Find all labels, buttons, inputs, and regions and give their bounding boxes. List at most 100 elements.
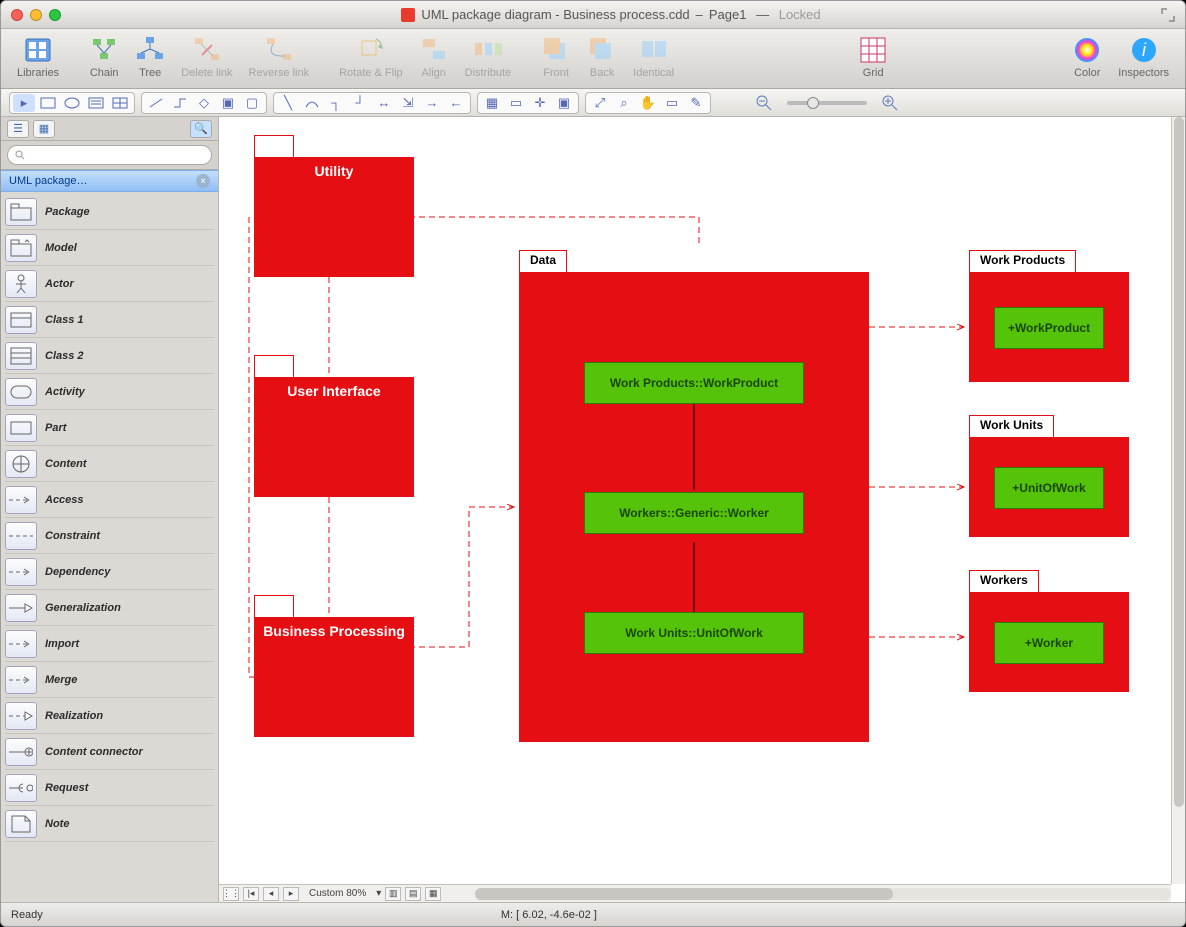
shape-package[interactable]: Package: [5, 194, 214, 230]
toolbar-identical[interactable]: Identical: [633, 33, 674, 79]
line-step-icon[interactable]: ┘: [349, 94, 371, 112]
status-text: Ready: [11, 909, 43, 921]
toolbar-align[interactable]: Align: [419, 33, 449, 79]
rect-tool-icon[interactable]: [37, 94, 59, 112]
shape-class-2[interactable]: Class 2: [5, 338, 214, 374]
shape-note[interactable]: Note: [5, 806, 214, 842]
shape-class-1[interactable]: Class 1: [5, 302, 214, 338]
panel-view-list-icon[interactable]: ☰: [7, 120, 29, 138]
eyedropper-icon[interactable]: ✎: [685, 94, 707, 112]
package-work-units[interactable]: Work Units +UnitOfWork: [969, 437, 1129, 537]
connector-icon[interactable]: [145, 94, 167, 112]
panel-search-icon[interactable]: 🔍: [190, 120, 212, 138]
toolbar-distribute[interactable]: Distribute: [465, 33, 511, 79]
toolbar-back[interactable]: Back: [587, 33, 617, 79]
package-data[interactable]: Data Work Products::WorkProduct Workers:…: [519, 272, 869, 742]
first-page-button[interactable]: |◂: [243, 887, 259, 901]
snap-grid-icon[interactable]: ▦: [481, 94, 503, 112]
toolbar-rotate-flip[interactable]: Rotate & Flip: [339, 33, 403, 79]
group-icon[interactable]: ▣: [217, 94, 239, 112]
minimize-window[interactable]: [30, 9, 42, 21]
shape-icon: [5, 414, 37, 442]
pointer-tool-icon[interactable]: ▸: [13, 94, 35, 112]
class-wu-inner[interactable]: +UnitOfWork: [994, 467, 1104, 509]
package-utility[interactable]: Utility: [254, 157, 414, 277]
class-workers-inner[interactable]: +Worker: [994, 622, 1104, 664]
prev-page-button[interactable]: ◂: [263, 887, 279, 901]
view-mode-c-icon[interactable]: ▦: [425, 887, 441, 901]
shape-request[interactable]: Request: [5, 770, 214, 806]
shape-access[interactable]: Access: [5, 482, 214, 518]
snap-guides-icon[interactable]: ✛: [529, 94, 551, 112]
class-workproduct[interactable]: Work Products::WorkProduct: [584, 362, 804, 404]
shape-part[interactable]: Part: [5, 410, 214, 446]
resize-handle-icon[interactable]: ⋮⋮: [223, 887, 239, 901]
toolbar-chain[interactable]: Chain: [89, 33, 119, 79]
toolbar-grid[interactable]: Grid: [858, 33, 888, 79]
snap-page-icon[interactable]: ▣: [553, 94, 575, 112]
package-workers[interactable]: Workers +Worker: [969, 592, 1129, 692]
shape-constraint[interactable]: Constraint: [5, 518, 214, 554]
smart-connector-icon[interactable]: [169, 94, 191, 112]
fullscreen-icon[interactable]: [1161, 8, 1175, 22]
line-straight-icon[interactable]: ╲: [277, 94, 299, 112]
toolbar-tree[interactable]: Tree: [135, 33, 165, 79]
zoom-in-icon[interactable]: [879, 94, 901, 112]
shape-content-connector[interactable]: Content connector: [5, 734, 214, 770]
node-edit-icon[interactable]: ◇: [193, 94, 215, 112]
shape-actor[interactable]: Actor: [5, 266, 214, 302]
shape-icon: [5, 306, 37, 334]
zoom-fit-icon[interactable]: ⤢: [589, 94, 611, 112]
canvas[interactable]: Utility User Interface Business Processi…: [219, 117, 1185, 902]
zoom-selection-icon[interactable]: ⌕: [613, 94, 635, 112]
shape-realization[interactable]: Realization: [5, 698, 214, 734]
shape-model[interactable]: Model: [5, 230, 214, 266]
shape-import[interactable]: Import: [5, 626, 214, 662]
close-window[interactable]: [11, 9, 23, 21]
toolbar-delete-link[interactable]: Delete link: [181, 33, 232, 79]
package-work-products[interactable]: Work Products +WorkProduct: [969, 272, 1129, 382]
arrow-split-icon[interactable]: ⇲: [397, 94, 419, 112]
class-unitofwork[interactable]: Work Units::UnitOfWork: [584, 612, 804, 654]
shape-dependency[interactable]: Dependency: [5, 554, 214, 590]
arrow-start-icon[interactable]: ←: [445, 94, 467, 112]
shape-generalization[interactable]: Generalization: [5, 590, 214, 626]
line-ortho-icon[interactable]: ┐: [325, 94, 347, 112]
toolbar-inspectors[interactable]: i Inspectors: [1118, 33, 1169, 79]
arrow-end-icon[interactable]: →: [421, 94, 443, 112]
arrow-both-icon[interactable]: ↔: [373, 94, 395, 112]
class-generic-worker[interactable]: Workers::Generic::Worker: [584, 492, 804, 534]
pan-icon[interactable]: ✋: [637, 94, 659, 112]
snap-object-icon[interactable]: ▭: [505, 94, 527, 112]
package-business-processing[interactable]: Business Processing: [254, 617, 414, 737]
zoom-window[interactable]: [49, 9, 61, 21]
horizontal-scrollbar[interactable]: [475, 888, 1171, 900]
toolbar-libraries[interactable]: Libraries: [17, 33, 59, 79]
presentation-icon[interactable]: ▭: [661, 94, 683, 112]
shape-content[interactable]: Content: [5, 446, 214, 482]
vertical-scrollbar[interactable]: [1171, 117, 1185, 884]
panel-view-grid-icon[interactable]: ▦: [33, 120, 55, 138]
ungroup-icon[interactable]: ▢: [241, 94, 263, 112]
view-mode-b-icon[interactable]: ▤: [405, 887, 421, 901]
zoom-label[interactable]: Custom 80%: [309, 888, 366, 899]
toolbar-front[interactable]: Front: [541, 33, 571, 79]
table-tool-icon[interactable]: [109, 94, 131, 112]
toolbar-color[interactable]: Color: [1072, 33, 1102, 79]
zoom-out-icon[interactable]: [753, 94, 775, 112]
library-search-input[interactable]: [7, 145, 212, 165]
ellipse-tool-icon[interactable]: [61, 94, 83, 112]
shape-activity[interactable]: Activity: [5, 374, 214, 410]
class-wp-inner[interactable]: +WorkProduct: [994, 307, 1104, 349]
text-tool-icon[interactable]: [85, 94, 107, 112]
shape-merge[interactable]: Merge: [5, 662, 214, 698]
line-curve-icon[interactable]: [301, 94, 323, 112]
package-ui-label: User Interface: [254, 383, 414, 399]
next-page-button[interactable]: ▸: [283, 887, 299, 901]
toolbar-reverse-link[interactable]: Reverse link: [249, 33, 310, 79]
zoom-slider[interactable]: [787, 101, 867, 105]
close-library-icon[interactable]: ×: [196, 174, 210, 188]
package-user-interface[interactable]: User Interface: [254, 377, 414, 497]
view-mode-a-icon[interactable]: ▥: [385, 887, 401, 901]
library-tab[interactable]: UML package… ×: [1, 170, 218, 192]
